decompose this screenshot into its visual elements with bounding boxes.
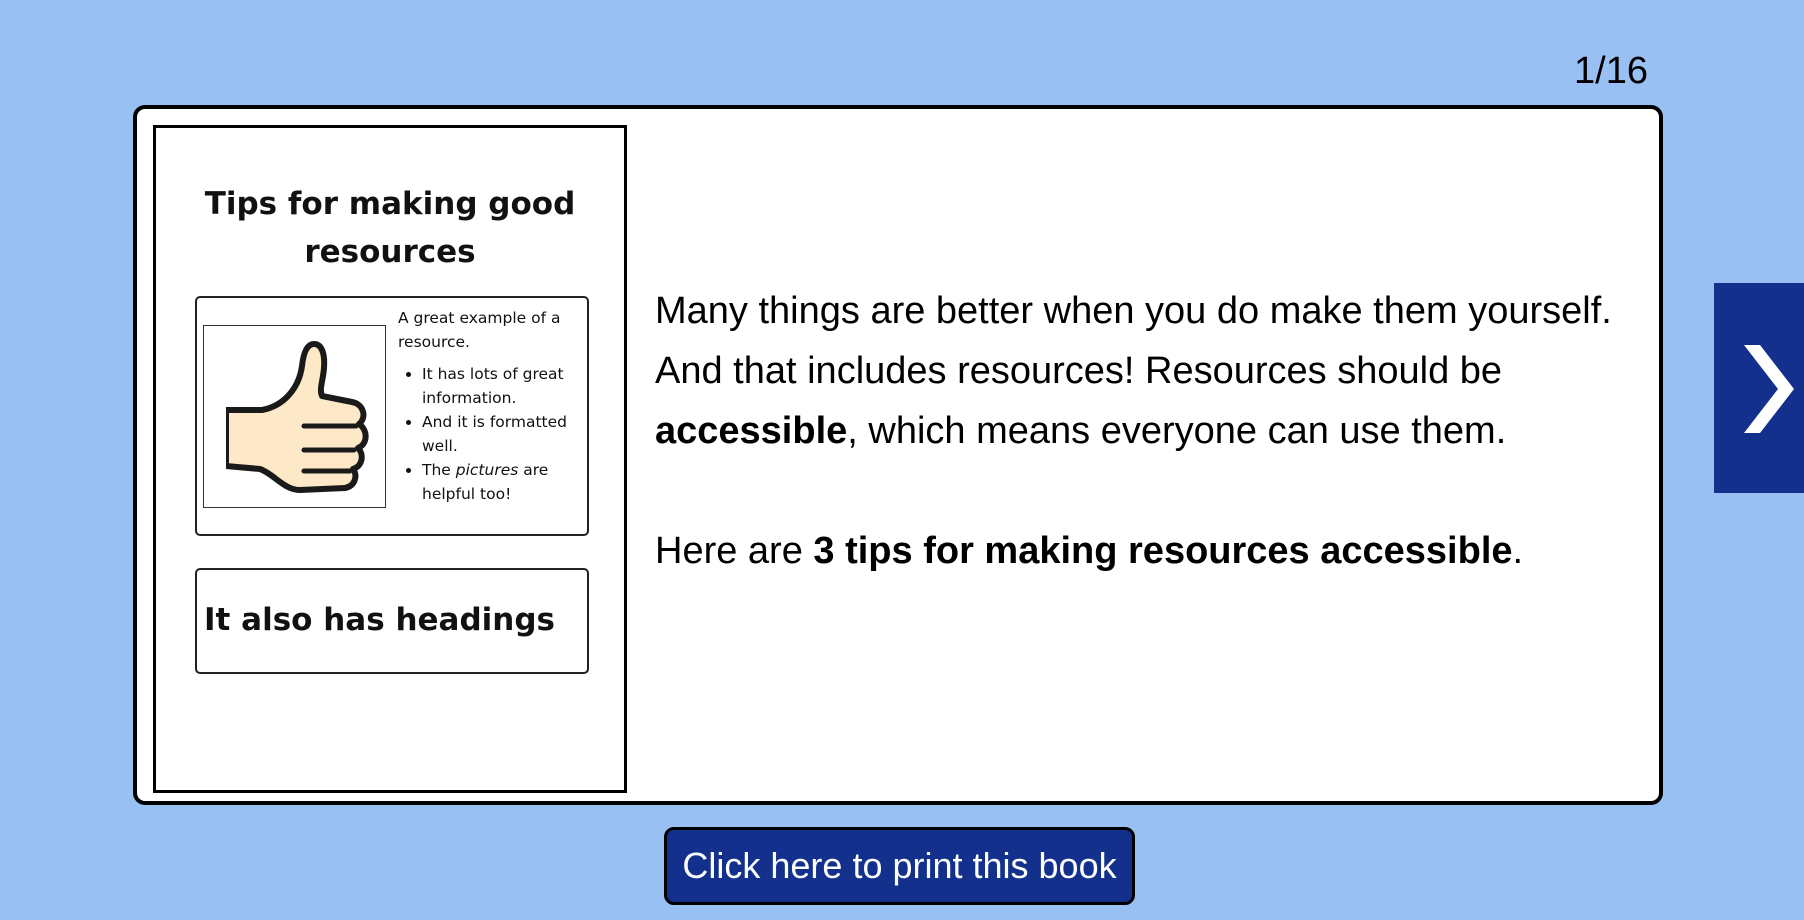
body-text: , which means everyone can use them. <box>847 410 1507 452</box>
page-body-text: Many things are better when you do make … <box>655 281 1645 581</box>
page-counter: 1/16 <box>1574 50 1648 92</box>
thumbnail-title-line1: Tips for making good <box>204 186 576 222</box>
page-thumbnail-image: Tips for making good resources A great e… <box>153 125 627 793</box>
body-paragraph-1: Many things are better when you do make … <box>655 281 1645 461</box>
body-bold-text: accessible <box>655 410 848 452</box>
body-bold-text: 3 tips for making resources accessible <box>813 530 1513 572</box>
thumbnail-bullet: The pictures are helpful too! <box>422 458 584 506</box>
thumbnail-title: Tips for making good resources <box>156 180 624 276</box>
body-text: . <box>1512 530 1524 572</box>
book-page-card: Tips for making good resources A great e… <box>133 105 1663 805</box>
thumbnail-example-text: A great example of a resource. It has lo… <box>398 306 584 506</box>
thumbnail-bullet-list: It has lots of great information. And it… <box>398 362 584 506</box>
print-book-button[interactable]: Click here to print this book <box>664 827 1135 905</box>
thumbnail-example-box: A great example of a resource. It has lo… <box>195 296 589 536</box>
thumbnail-bullet-emphasis: pictures <box>455 461 519 479</box>
thumbnail-example-intro: A great example of a resource. <box>398 309 561 351</box>
chevron-right-icon <box>1744 345 1794 433</box>
thumbs-up-icon <box>204 341 369 493</box>
thumbnail-bullet-text: The <box>422 461 456 479</box>
thumbnail-image-frame <box>203 325 386 508</box>
body-paragraph-2: Here are 3 tips for making resources acc… <box>655 521 1645 581</box>
thumbnail-bullet: And it is formatted well. <box>422 410 584 458</box>
body-text: Many things are better when you do make … <box>655 290 1612 392</box>
thumbnail-heading-text: It also has headings <box>204 602 556 638</box>
thumbnail-heading-box: It also has headings <box>195 568 589 674</box>
thumbnail-title-line2: resources <box>304 234 476 270</box>
body-text: Here are <box>655 530 814 572</box>
next-page-button[interactable] <box>1714 283 1804 493</box>
thumbnail-bullet: It has lots of great information. <box>422 362 584 410</box>
